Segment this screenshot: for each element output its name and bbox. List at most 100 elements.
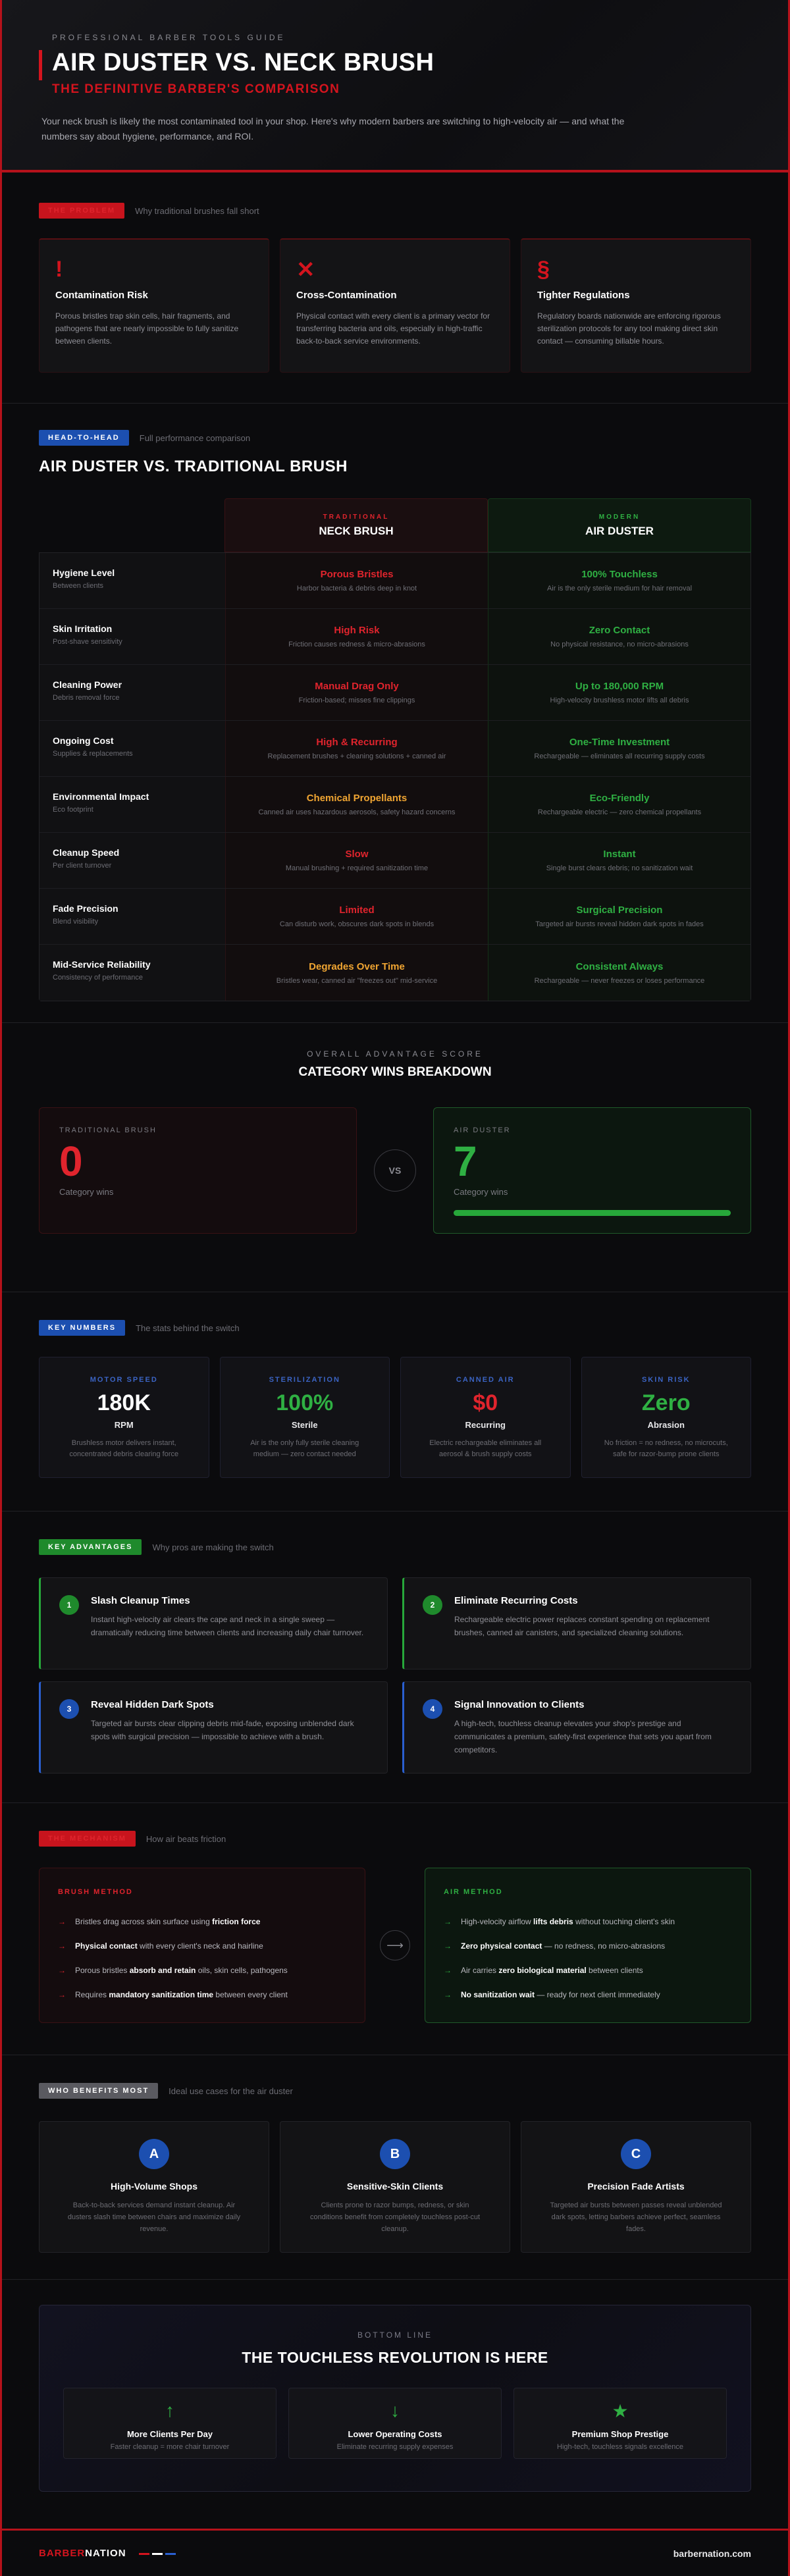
score-title: CATEGORY WINS BREAKDOWN — [298, 1065, 492, 1079]
arrow-up-icon: ↑ — [165, 2400, 174, 2421]
advantage-number-badge: 4 — [423, 1699, 442, 1719]
row-label-cell: Cleanup Speed Per client turnover — [40, 833, 225, 888]
traditional-cell: High & Recurring Replacement brushes + cl… — [225, 721, 488, 776]
traditional-score-value: 0 — [59, 1138, 83, 1185]
item-post: without touching client's skin — [573, 1916, 675, 1926]
footer-url-link[interactable]: barbernation.com — [673, 2548, 751, 2559]
who-tag: WHO BENEFITS MOST — [39, 2083, 159, 2099]
compare-title: AIR DUSTER VS. TRADITIONAL BRUSH — [39, 458, 348, 475]
advantage-title: Reveal Hidden Dark Spots — [91, 1699, 214, 1710]
comparison-row: Cleaning Power Debris removal force Manual… — [40, 665, 750, 721]
stat-card: STERILIZATION 100% Sterile Air is the only … — [219, 1357, 390, 1478]
traditional-cell: Limited Can disturb work, obscures dark s… — [225, 889, 488, 944]
traditional-detail: Bristles wear, canned air "freezes out" … — [276, 976, 438, 985]
benefit-card: ↓ Lower Operating Costs Eliminate recurrin… — [288, 2388, 502, 2459]
hero-intro: Your neck brush is likely the most conta… — [41, 116, 625, 142]
traditional-cell: Slow Manual brushing + required sanitizat… — [225, 833, 488, 888]
comparison-row: Skin Irritation Post-shave sensitivity Hig… — [40, 609, 750, 665]
comparison-row: Fade Precision Blend visibility Limited Can… — [40, 889, 750, 945]
advantage-title: Eliminate Recurring Costs — [454, 1595, 578, 1606]
row-sublabel: Consistency of performance — [53, 974, 143, 982]
stat-unit: Recurring — [465, 1420, 506, 1430]
footer-brand[interactable]: BARBERNATION — [39, 2548, 176, 2559]
row-sublabel: Eco footprint — [53, 806, 93, 814]
problem-card-title: Cross-Contamination — [296, 290, 397, 301]
traditional-cell: High Risk Friction causes redness & micro… — [225, 609, 488, 664]
use-case-letter-badge: B — [380, 2139, 410, 2169]
item-pre: Requires — [75, 1989, 109, 1999]
traditional-value: Limited — [339, 905, 375, 916]
brand-part-1: BARBER — [39, 2548, 86, 2559]
benefit-title: Premium Shop Prestige — [571, 2429, 669, 2439]
arrow-right-icon: → — [444, 1941, 452, 1951]
traditional-detail: Can disturb work, obscures dark spots in… — [279, 920, 434, 928]
advantage-number-badge: 3 — [59, 1699, 79, 1719]
item-post: oils, skin cells, pathogens — [196, 1965, 288, 1975]
item-bold: absorb and retain — [129, 1965, 196, 1975]
problem-card-text: Porous bristles trap skin cells, hair fr… — [55, 311, 239, 346]
item-bold: friction force — [212, 1916, 261, 1926]
row-sublabel: Post-shave sensitivity — [53, 638, 122, 646]
item-bold: No sanitization wait — [461, 1989, 535, 1999]
arrow-right-icon: → — [444, 1916, 452, 1926]
problem-card: ! Contamination Risk Porous bristles trap … — [39, 238, 269, 373]
problem-card: § Tighter Regulations Regulatory boards na… — [521, 238, 751, 373]
advantage-title: Slash Cleanup Times — [91, 1595, 190, 1606]
comparison-section: HEAD-TO-HEAD Full performance comparison… — [2, 404, 788, 1022]
traditional-column-header: TRADITIONAL NECK BRUSH — [224, 498, 488, 552]
air-cell: One-Time Investment Rechargeable — elimin… — [488, 721, 750, 776]
row-label-cell: Skin Irritation Post-shave sensitivity — [40, 609, 225, 664]
comparison-row: Cleanup Speed Per client turnover Slow Manu… — [40, 833, 750, 889]
mechanism-tag: THE MECHANISM — [39, 1831, 136, 1847]
stat-unit: RPM — [114, 1420, 134, 1430]
item-bold: zero biological material — [498, 1965, 587, 1975]
row-label-cell: Mid-Service Reliability Consistency of pe… — [40, 945, 225, 1001]
benefit-card: ★ Premium Shop Prestige High-tech, touchle… — [514, 2388, 727, 2459]
use-case-title: Precision Fade Artists — [587, 2181, 685, 2192]
air-name: AIR DUSTER — [585, 524, 654, 537]
hero-header: PROFESSIONAL BARBER TOOLS GUIDE AIR DUST… — [2, 0, 788, 172]
advantage-card: 2 Eliminate Recurring Costs Rechargeable e… — [402, 1577, 751, 1669]
use-case-letter-badge: C — [621, 2139, 651, 2169]
air-detail: Targeted air bursts reveal hidden dark s… — [535, 920, 704, 928]
stat-label: STERILIZATION — [269, 1376, 340, 1384]
air-kicker: MODERN — [598, 513, 641, 521]
advantage-text: Instant high-velocity air clears the cap… — [91, 1615, 364, 1637]
traditional-detail: Friction-based; misses fine clippings — [298, 697, 415, 704]
comparison-row: Hygiene Level Between clients Porous Brist… — [40, 553, 750, 609]
advantage-card: 4 Signal Innovation to Clients A high-tech… — [402, 1681, 751, 1774]
row-label: Cleanup Speed — [53, 847, 120, 858]
star-icon: ★ — [612, 2401, 629, 2421]
arrow-right-icon: → — [58, 1989, 66, 1999]
advantages-note: Why pros are making the switch — [152, 1542, 274, 1552]
item-pre: Air carries — [461, 1965, 499, 1975]
stat-unit: Sterile — [291, 1420, 318, 1430]
row-label: Ongoing Cost — [53, 735, 114, 746]
stat-value: $0 — [473, 1390, 498, 1415]
air-score-caption: Category wins — [454, 1187, 508, 1197]
mechanism-section: THE MECHANISM How air beats friction BRU… — [2, 1803, 788, 2055]
use-case-card: A High-Volume Shops Back-to-back services … — [39, 2121, 269, 2253]
air-method-label: AIR METHOD — [444, 1888, 503, 1896]
score-eyebrow: OVERALL ADVANTAGE SCORE — [307, 1049, 483, 1059]
problem-icon: § — [537, 257, 550, 282]
hero-eyebrow: PROFESSIONAL BARBER TOOLS GUIDE — [52, 33, 286, 42]
comparison-row: Ongoing Cost Supplies & replacements High … — [40, 721, 750, 777]
score-section: OVERALL ADVANTAGE SCORE CATEGORY WINS BR… — [2, 1023, 788, 1292]
air-detail: No physical resistance, no micro-abrasio… — [550, 641, 689, 648]
use-case-text: Back-to-back services demand instant cle… — [67, 2201, 241, 2233]
item-bold: Physical contact — [75, 1941, 138, 1951]
air-value: One-Time Investment — [569, 737, 670, 748]
advantage-number-badge: 2 — [423, 1595, 442, 1615]
item-post: between every client — [213, 1989, 288, 1999]
air-cell: Instant Single burst clears debris; no sa… — [488, 833, 750, 888]
numbers-tag: KEY NUMBERS — [39, 1320, 126, 1336]
mechanism-list-item: → Zero physical contact — no redness, no … — [444, 1933, 732, 1958]
arrow-right-icon: ⟶ — [380, 1930, 410, 1960]
page: PROFESSIONAL BARBER TOOLS GUIDE AIR DUST… — [0, 0, 790, 2576]
benefit-text: Eliminate recurring supply expenses — [336, 2443, 454, 2451]
mechanism-item-text: Requires mandatory sanitization time bet… — [75, 1990, 288, 1999]
use-case-text: Clients prone to razor bumps, redness, o… — [309, 2201, 481, 2233]
traditional-score-card: TRADITIONAL BRUSH 0 Category wins — [39, 1107, 357, 1234]
who-section: WHO BENEFITS MOST Ideal use cases for th… — [2, 2055, 788, 2279]
